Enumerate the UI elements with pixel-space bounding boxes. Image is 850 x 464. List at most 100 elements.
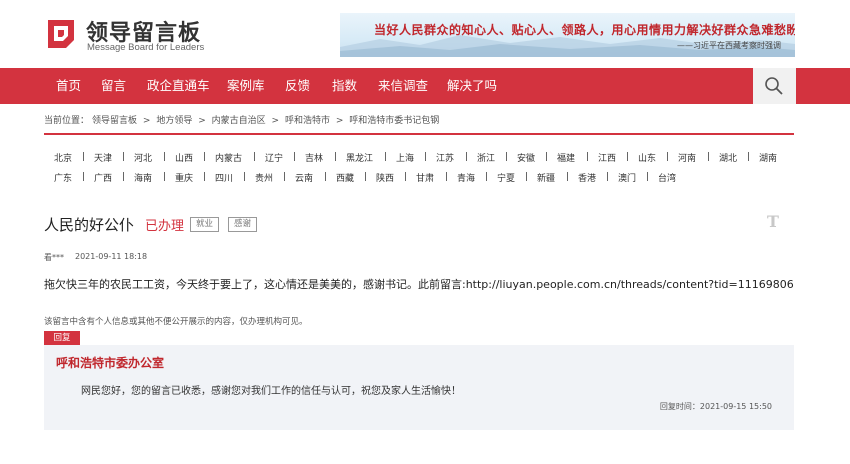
region-link[interactable]: 重庆 [175, 171, 193, 184]
region-link[interactable]: 台湾 [658, 171, 676, 184]
region-link[interactable]: 广东 [54, 171, 72, 184]
banner-slogan: 当好人民群众的知心人、贴心人、领路人，用心用情用力解决好群众急难愁盼问题。 [374, 23, 795, 37]
author-name: 看*** [44, 253, 64, 262]
message-title: 人民的好公仆 [44, 216, 135, 234]
reply-label: 回复 [44, 331, 80, 345]
region-separator [506, 152, 507, 161]
breadcrumb-separator: > [335, 116, 344, 126]
region-link[interactable]: 安徽 [517, 151, 535, 164]
region-link[interactable]: 辽宁 [265, 151, 283, 164]
breadcrumb-separator: > [198, 116, 206, 126]
logo-subtitle: Message Board for Leaders [87, 42, 205, 53]
status-badge: 已办理 [145, 219, 185, 234]
reply-content: 网民您好，您的留言已收悉，感谢您对我们工作的信任与认可，祝您及家人生活愉快！ [81, 386, 461, 397]
region-separator [204, 172, 205, 181]
region-link[interactable]: 浙江 [477, 151, 495, 164]
region-separator [365, 172, 366, 181]
nav-item-home[interactable]: 首页 [56, 68, 81, 104]
region-separator [627, 152, 628, 161]
region-link[interactable]: 新疆 [537, 171, 555, 184]
region-separator [83, 152, 84, 161]
nav-item-survey[interactable]: 来信调查 [378, 68, 428, 104]
region-separator [164, 172, 165, 181]
region-separator [587, 152, 588, 161]
message-content: 拖欠快三年的农民工工资，今天终于要上了，这心情还是美美的，感谢书记。此前留言:h… [44, 278, 794, 291]
tag-employment[interactable]: 就业 [190, 217, 220, 232]
region-link[interactable]: 山东 [638, 151, 656, 164]
region-link[interactable]: 福建 [557, 151, 575, 164]
region-link[interactable]: 海南 [134, 171, 152, 184]
region-separator [546, 152, 547, 161]
nav-item-cases[interactable]: 案例库 [227, 68, 265, 104]
reply-panel: 呼和浩特市委办公室 网民您好，您的留言已收悉，感谢您对我们工作的信任与认可，祝您… [44, 345, 794, 430]
region-separator [284, 172, 285, 181]
region-link[interactable]: 湖北 [719, 151, 737, 164]
region-separator [164, 152, 165, 161]
region-link[interactable]: 黑龙江 [346, 151, 373, 164]
breadcrumb-prefix: 当前位置： [44, 116, 90, 126]
nav-item-feedback[interactable]: 反馈 [285, 68, 310, 104]
logo-mark-icon [48, 20, 74, 48]
region-link[interactable]: 澳门 [618, 171, 636, 184]
main-nav: 首页 留言 政企直通车 案例库 反馈 指数 来信调查 解决了吗 [0, 68, 850, 104]
breadcrumb-current[interactable]: 呼和浩特市委书记包钢 [349, 116, 439, 126]
region-separator [446, 172, 447, 181]
region-separator [325, 172, 326, 181]
region-link[interactable]: 内蒙古 [215, 151, 242, 164]
region-link[interactable]: 河北 [134, 151, 152, 164]
region-separator [466, 152, 467, 161]
nav-item-enterprise[interactable]: 政企直通车 [147, 68, 210, 104]
region-separator [708, 152, 709, 161]
region-link[interactable]: 湖南 [759, 151, 777, 164]
region-link[interactable]: 广西 [94, 171, 112, 184]
font-size-icon[interactable]: T [767, 212, 779, 231]
site-header: 领导留言板 Message Board for Leaders 当好人民群众的知… [0, 0, 850, 68]
breadcrumb-separator: > [271, 116, 280, 126]
region-link[interactable]: 香港 [578, 171, 596, 184]
region-link[interactable]: 山西 [175, 151, 193, 164]
region-separator [405, 172, 406, 181]
site-logo[interactable]: 领导留言板 Message Board for Leaders [44, 16, 224, 56]
nav-item-index[interactable]: 指数 [332, 68, 357, 104]
region-link[interactable]: 青海 [457, 171, 475, 184]
divider [44, 133, 794, 135]
region-link[interactable]: 吉林 [305, 151, 323, 164]
reply-time: 回复时间：2021-09-15 15:50 [659, 402, 772, 411]
region-separator [123, 152, 124, 161]
breadcrumb-link-board[interactable]: 领导留言板 [92, 116, 137, 126]
region-separator [607, 172, 608, 181]
region-link[interactable]: 上海 [396, 151, 414, 164]
search-button[interactable] [753, 68, 796, 104]
region-separator [244, 172, 245, 181]
region-link[interactable]: 江苏 [436, 151, 454, 164]
region-link[interactable]: 宁夏 [497, 171, 515, 184]
region-link[interactable]: 河南 [678, 151, 696, 164]
region-separator [748, 152, 749, 161]
region-link[interactable]: 北京 [54, 151, 72, 164]
region-separator [83, 172, 84, 181]
region-link[interactable]: 四川 [215, 171, 233, 184]
region-separator [647, 172, 648, 181]
region-separator [294, 152, 295, 161]
breadcrumb-link-inner-mongolia[interactable]: 内蒙古自治区 [212, 116, 266, 126]
breadcrumb-link-local-leaders[interactable]: 地方领导 [156, 116, 192, 126]
nav-item-resolved[interactable]: 解决了吗 [447, 68, 497, 104]
tag-thanks[interactable]: 感谢 [228, 217, 258, 232]
banner-attribution: ——习近平在西藏考察时强调 [677, 41, 781, 50]
breadcrumb: 当前位置： 领导留言板 > 地方领导 > 内蒙古自治区 > 呼和浩特市 > 呼和浩… [44, 113, 442, 126]
region-separator [425, 152, 426, 161]
region-link[interactable]: 陕西 [376, 171, 394, 184]
region-link[interactable]: 西藏 [336, 171, 354, 184]
region-separator [526, 172, 527, 181]
region-separator [486, 172, 487, 181]
region-link[interactable]: 云南 [295, 171, 313, 184]
region-link[interactable]: 贵州 [255, 171, 273, 184]
search-icon [765, 77, 783, 95]
region-link[interactable]: 天津 [94, 151, 112, 164]
breadcrumb-link-hohhot[interactable]: 呼和浩特市 [285, 116, 330, 126]
region-link[interactable]: 江西 [598, 151, 616, 164]
region-separator [385, 152, 386, 161]
region-link[interactable]: 甘肃 [416, 171, 434, 184]
nav-item-message[interactable]: 留言 [101, 68, 126, 104]
region-separator [567, 172, 568, 181]
